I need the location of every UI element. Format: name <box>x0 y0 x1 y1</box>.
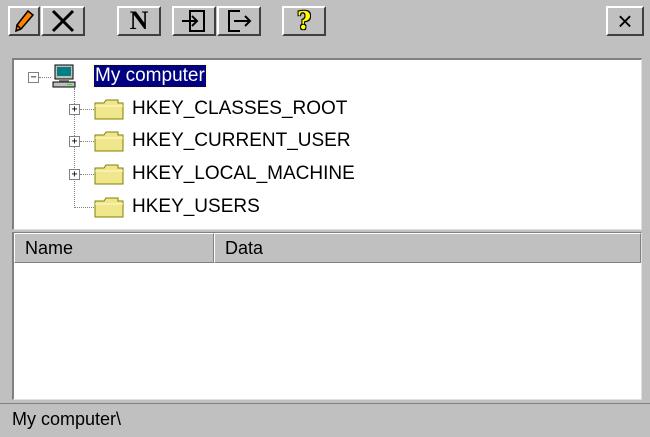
expand-toggle[interactable]: + <box>69 136 80 147</box>
n-icon: N <box>129 6 149 35</box>
close-button[interactable]: × <box>606 6 644 36</box>
x-icon <box>51 9 75 33</box>
tree-connector <box>80 141 94 142</box>
status-bar: My computer\ <box>0 403 650 437</box>
tree-connector <box>80 109 94 110</box>
tree-item-label[interactable]: HKEY_LOCAL_MACHINE <box>132 163 355 185</box>
import-icon <box>182 10 205 32</box>
folder-icon <box>94 99 124 120</box>
folder-icon <box>94 197 124 218</box>
tree-connector <box>80 174 94 175</box>
value-list[interactable]: Name Data <box>12 232 642 400</box>
tree-item-label[interactable]: HKEY_USERS <box>132 196 260 218</box>
question-icon: ? <box>296 6 312 35</box>
expand-toggle[interactable]: + <box>69 169 80 180</box>
tree-connector <box>39 77 51 78</box>
import-button[interactable] <box>172 6 216 36</box>
export-button[interactable] <box>217 6 261 36</box>
column-header-data[interactable]: Data <box>214 233 641 263</box>
help-button[interactable]: ? <box>282 6 326 36</box>
close-icon: × <box>617 6 633 36</box>
export-icon <box>228 10 252 32</box>
tree-root-label[interactable]: My computer <box>93 64 207 88</box>
delete-button[interactable] <box>41 6 85 36</box>
registry-tree[interactable]: − My computer + HKEY_CLASSES_ROOT + HKEY… <box>12 58 642 230</box>
new-button[interactable]: N <box>117 6 161 36</box>
tree-item-label[interactable]: HKEY_CLASSES_ROOT <box>132 98 347 120</box>
edit-button[interactable] <box>8 6 40 36</box>
collapse-toggle[interactable]: − <box>28 72 39 83</box>
tree-item-label[interactable]: HKEY_CURRENT_USER <box>132 130 351 152</box>
tree-connector <box>74 207 94 208</box>
computer-icon <box>52 64 76 88</box>
status-path: My computer\ <box>12 409 122 429</box>
expand-toggle[interactable]: + <box>69 104 80 115</box>
folder-icon <box>94 164 124 185</box>
folder-icon <box>94 131 124 152</box>
toolbar: N ? × <box>0 0 650 42</box>
column-header-name[interactable]: Name <box>14 233 214 263</box>
pencil-icon <box>15 10 34 32</box>
